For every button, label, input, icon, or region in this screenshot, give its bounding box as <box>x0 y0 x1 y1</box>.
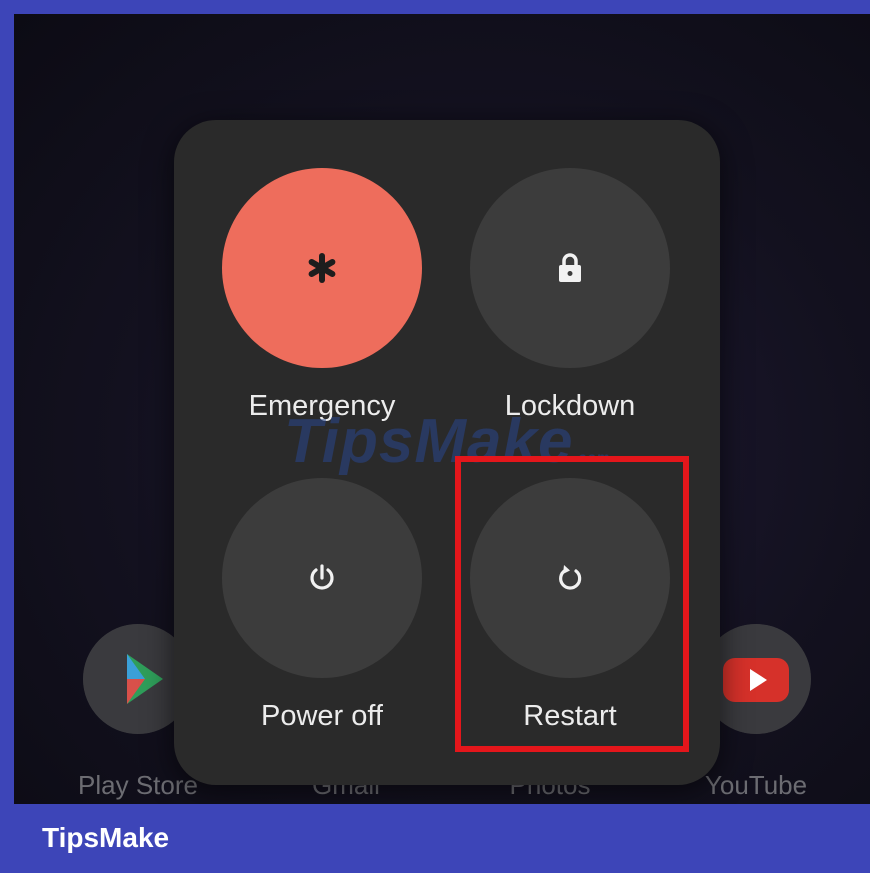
app-label: Play Store <box>78 770 198 800</box>
restart-highlight-box <box>455 456 689 752</box>
phone-screen: Play Store Gmail Photos YouTube Emergenc… <box>14 14 870 804</box>
power-icon <box>310 564 334 590</box>
asterisk-icon <box>308 253 336 283</box>
power-off-button[interactable] <box>222 478 422 678</box>
lockdown-button[interactable] <box>470 168 670 368</box>
image-frame: Play Store Gmail Photos YouTube Emergenc… <box>0 0 870 873</box>
app-label: YouTube <box>704 770 808 800</box>
lock-icon <box>559 253 581 282</box>
brand-label: TipsMake <box>42 822 170 853</box>
emergency-button[interactable] <box>222 168 422 368</box>
power-off-label: Power off <box>261 700 383 732</box>
